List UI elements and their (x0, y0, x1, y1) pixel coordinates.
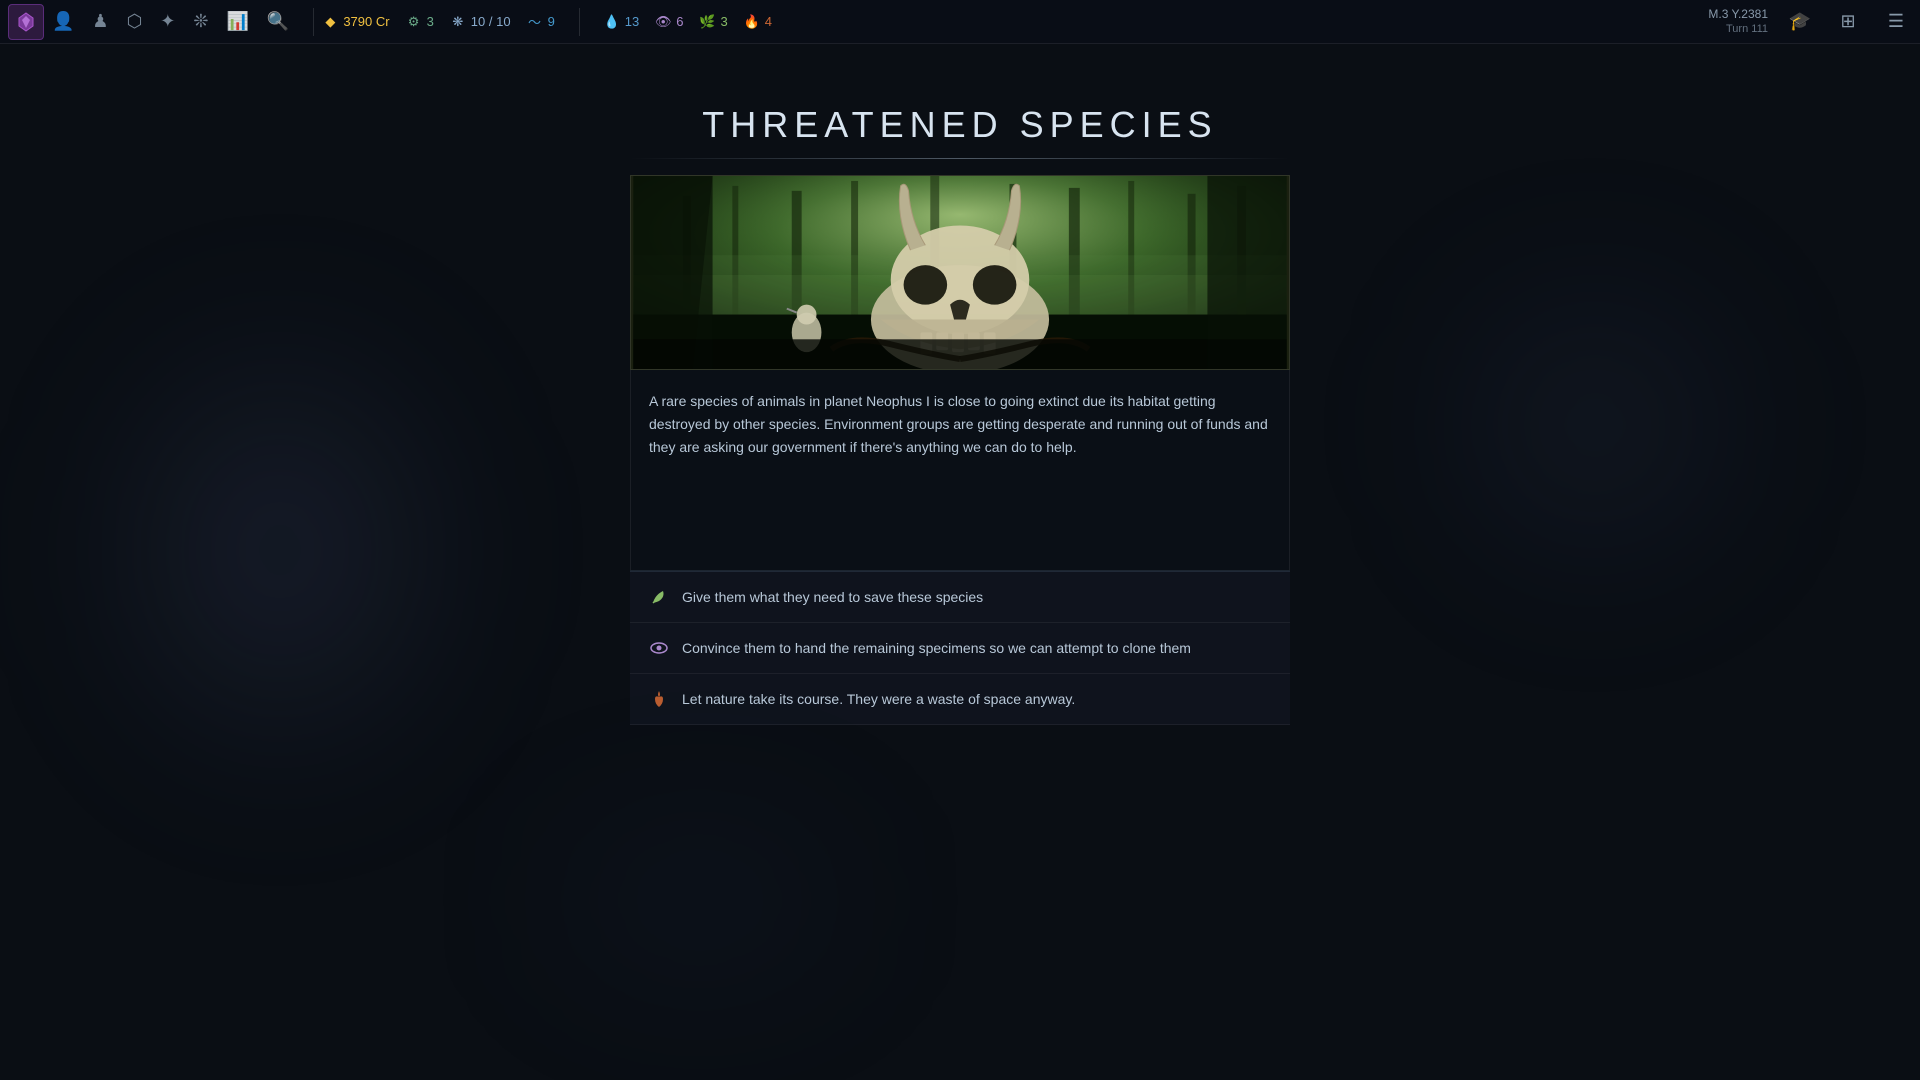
choice-save-label: Give them what they need to save these s… (682, 589, 983, 605)
nav-graduation-button[interactable]: 🎓 (1784, 6, 1816, 38)
choice-ignore-icon (648, 688, 670, 710)
nav-icon-group: 👤 ♟ ⬡ ✦ ❊ 📊 🔍 (52, 11, 289, 32)
nav-search-icon[interactable]: 🔍 (267, 11, 289, 32)
nav-star-icon[interactable]: ✦ (160, 11, 175, 32)
choice-ignore-label: Let nature take its course. They were a … (682, 691, 1075, 707)
choice-clone-icon (648, 637, 670, 659)
choice-clone-button[interactable]: Convince them to hand the remaining spec… (630, 623, 1290, 674)
resource-drops: 💧 13 (604, 14, 639, 30)
nav-people-icon[interactable]: 👤 (52, 11, 74, 32)
event-panel: THREATENED SPECIES (630, 104, 1290, 725)
leaf-icon: 🌿 (700, 14, 716, 30)
pop-value: 10 / 10 (471, 14, 511, 29)
drops-value: 13 (625, 14, 639, 29)
credits-value: 3790 Cr (343, 14, 389, 29)
drops-icon: 💧 (604, 14, 620, 30)
event-body: A rare species of animals in planet Neop… (630, 370, 1290, 570)
main-content: THREATENED SPECIES (0, 44, 1920, 1080)
nav-crown-icon[interactable]: ❊ (193, 11, 208, 32)
credits-icon: ◆ (322, 14, 338, 30)
choice-save-icon (648, 586, 670, 608)
choice-save-button[interactable]: Give them what they need to save these s… (630, 571, 1290, 623)
nav-pawn-icon[interactable]: ♟ (92, 11, 108, 32)
nav-ring-icon[interactable]: ⬡ (127, 11, 143, 32)
resource-eye: 👁 6 (655, 14, 683, 30)
resource-wave: 〜 9 (527, 14, 555, 30)
nav-layers-button[interactable]: ⊞ (1832, 6, 1864, 38)
event-title: THREATENED SPECIES (630, 104, 1290, 146)
game-logo[interactable] (8, 4, 44, 40)
resource-leaf: 🌿 3 (700, 14, 728, 30)
resource-credits: ◆ 3790 Cr (322, 14, 389, 30)
game-date: M.3 Y.2381 Turn 111 (1708, 7, 1768, 37)
resource-bar: ◆ 3790 Cr ⚙ 3 ❋ 10 / 10 〜 9 💧 13 👁 6 🌿 3 (322, 8, 772, 36)
nav-divider-2 (579, 8, 580, 36)
pop-icon: ❋ (450, 14, 466, 30)
nav-menu-button[interactable]: ☰ (1880, 6, 1912, 38)
nav-chart-icon[interactable]: 📊 (226, 11, 248, 32)
turn-value: Turn 111 (1708, 22, 1768, 36)
choice-clone-label: Convince them to hand the remaining spec… (682, 640, 1191, 656)
flame-icon: 🔥 (744, 14, 760, 30)
wave-value: 9 (548, 14, 555, 29)
event-title-divider (630, 158, 1290, 159)
event-image (630, 175, 1290, 370)
eye-value: 6 (676, 14, 683, 29)
resource-flame: 🔥 4 (744, 14, 772, 30)
date-value: M.3 Y.2381 (1708, 7, 1768, 23)
event-title-section: THREATENED SPECIES (630, 104, 1290, 159)
gear-value: 3 (427, 14, 434, 29)
nav-divider-1 (313, 8, 314, 36)
top-navigation: 👤 ♟ ⬡ ✦ ❊ 📊 🔍 ◆ 3790 Cr ⚙ 3 ❋ 10 / 10 〜 … (0, 0, 1920, 44)
eye-icon: 👁 (655, 14, 671, 30)
resource-population: ❋ 10 / 10 (450, 14, 511, 30)
choice-ignore-button[interactable]: Let nature take its course. They were a … (630, 674, 1290, 725)
flame-value: 4 (765, 14, 772, 29)
nav-right-section: M.3 Y.2381 Turn 111 🎓 ⊞ ☰ (1708, 6, 1912, 38)
event-description: A rare species of animals in planet Neop… (649, 390, 1271, 459)
leaf-value: 3 (721, 14, 728, 29)
resource-gear: ⚙ 3 (406, 14, 434, 30)
wave-icon: 〜 (527, 14, 543, 30)
event-choices: Give them what they need to save these s… (630, 571, 1290, 725)
gear-icon: ⚙ (406, 14, 422, 30)
